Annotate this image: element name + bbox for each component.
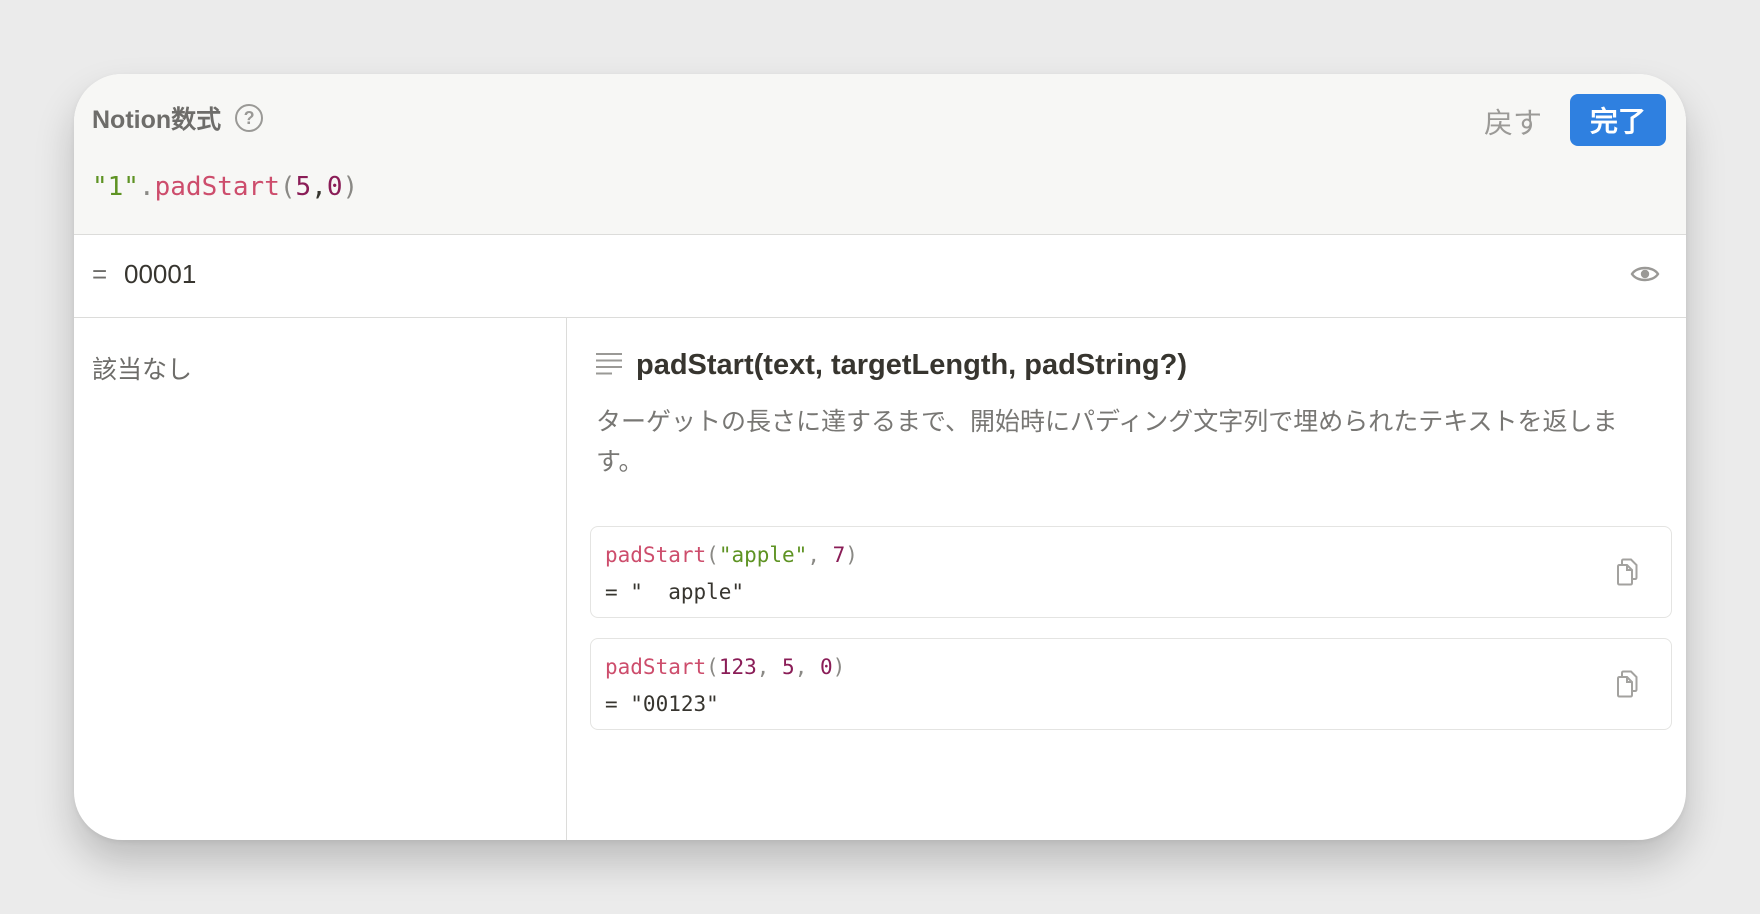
example-arg-3: 0 bbox=[820, 655, 833, 679]
result-equals: = bbox=[92, 259, 108, 289]
formula-dot: . bbox=[138, 172, 155, 202]
example-result: = "00123" bbox=[605, 692, 719, 716]
copy-icon[interactable] bbox=[1613, 557, 1641, 589]
formula-close-paren: ) bbox=[342, 172, 359, 202]
example-separator: , bbox=[794, 655, 820, 679]
formula-input[interactable]: "1".padStart(5,0) bbox=[92, 172, 358, 202]
example-card: padStart(123, 5, 0) = "00123" bbox=[590, 638, 1672, 730]
example-code: padStart("apple", 7) bbox=[605, 543, 858, 567]
function-signature: padStart(text, targetLength, padString?) bbox=[636, 349, 1187, 381]
example-separator: , bbox=[807, 543, 833, 567]
example-card: padStart("apple", 7) = " apple" bbox=[590, 526, 1672, 618]
example-open-paren: ( bbox=[706, 655, 719, 679]
result-bar: = 00001 bbox=[74, 235, 1686, 318]
example-open-paren: ( bbox=[706, 543, 719, 567]
copy-icon[interactable] bbox=[1613, 669, 1641, 701]
formula-dialog: Notion数式 ? 戻す 完了 "1".padStart(5,0) = 000… bbox=[74, 74, 1686, 840]
formula-function: padStart bbox=[154, 172, 280, 202]
suggestions-pane: 該当なし bbox=[74, 318, 567, 840]
formula-editor[interactable]: Notion数式 ? 戻す 完了 "1".padStart(5,0) bbox=[74, 74, 1686, 235]
done-button[interactable]: 完了 bbox=[1570, 94, 1666, 146]
example-arg-1: 123 bbox=[718, 655, 757, 679]
formula-string: "1" bbox=[92, 172, 139, 202]
example-separator: , bbox=[756, 655, 783, 679]
example-arg-2: 7 bbox=[832, 543, 846, 567]
example-close-paren: ) bbox=[845, 543, 858, 567]
example-close-paren: ) bbox=[832, 655, 846, 679]
dialog-title-text: Notion数式 bbox=[92, 106, 222, 134]
formula-comma: , bbox=[311, 172, 327, 202]
example-code: padStart(123, 5, 0) bbox=[605, 655, 845, 679]
example-arg-2: 5 bbox=[782, 655, 795, 679]
example-function: padStart bbox=[605, 655, 707, 679]
back-button[interactable]: 戻す bbox=[1484, 100, 1542, 142]
no-match-label: 該当なし bbox=[92, 355, 193, 384]
example-function: padStart bbox=[605, 543, 707, 567]
help-icon[interactable]: ? bbox=[235, 104, 264, 132]
formula-arg-1: 5 bbox=[295, 172, 312, 202]
function-docs-pane: padStart(text, targetLength, padString?)… bbox=[568, 318, 1686, 840]
text-lines-icon bbox=[596, 352, 622, 381]
dialog-title: Notion数式 ? bbox=[92, 100, 264, 136]
formula-open-paren: ( bbox=[279, 172, 296, 202]
formula-arg-2: 0 bbox=[326, 172, 343, 202]
result-value: 00001 bbox=[124, 259, 197, 289]
function-description: ターゲットの長さに達するまで、開始時にパディング文字列で埋められたテキストを返し… bbox=[596, 407, 1618, 476]
eye-icon[interactable] bbox=[1630, 263, 1660, 290]
example-result: = " apple" bbox=[605, 580, 745, 604]
example-arg-1: "apple" bbox=[718, 543, 808, 567]
